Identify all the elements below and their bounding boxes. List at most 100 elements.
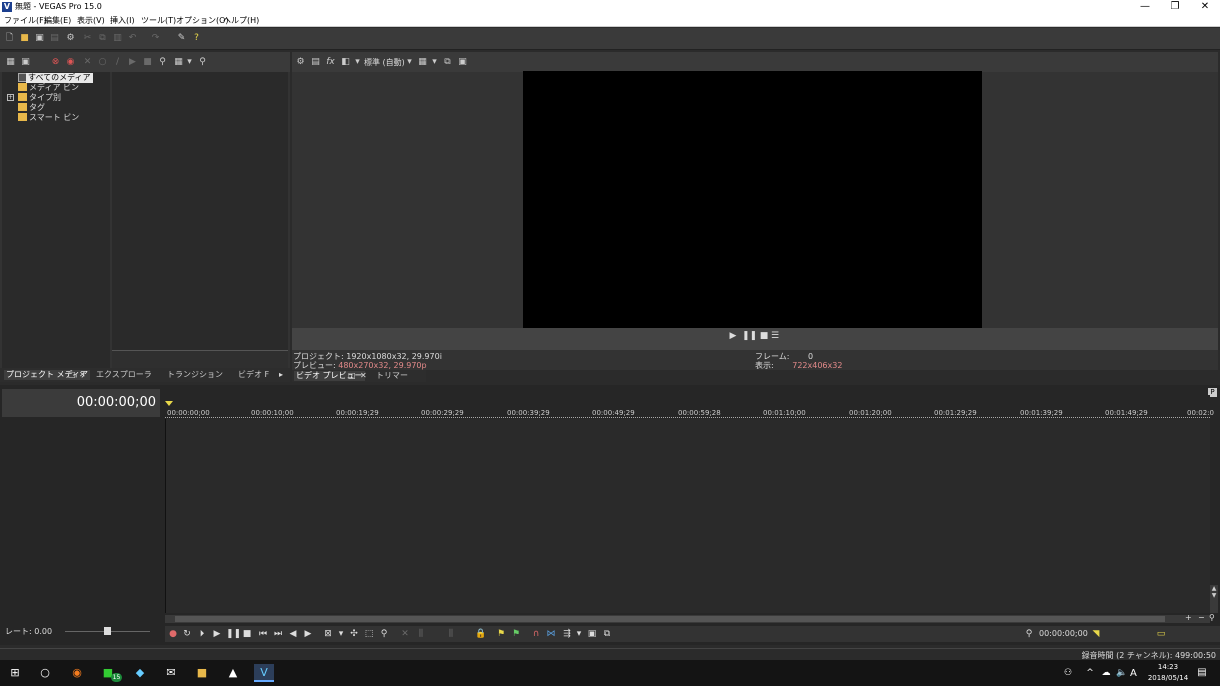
windows-start-icon[interactable]: ⊞	[5, 664, 25, 682]
tab-close-icon[interactable]: ✕	[360, 371, 367, 380]
split-icon[interactable]: ⫼	[445, 628, 457, 640]
new-file-icon[interactable]: 🗋	[4, 33, 15, 44]
expand-icon[interactable]: +	[7, 94, 14, 101]
vegas-taskbar-icon[interactable]: V	[254, 664, 274, 682]
enable-snapping-icon[interactable]: ✎	[176, 33, 187, 44]
save-icon[interactable]: ▣	[34, 33, 45, 44]
loop-playback-icon[interactable]: ↻	[181, 628, 193, 640]
ripple-dropdown-icon[interactable]: ▾	[573, 628, 585, 640]
zoom-tool-icon[interactable]: ⚲	[1209, 613, 1215, 622]
zoom-out-icon[interactable]: −	[1198, 613, 1205, 622]
action-center-icon[interactable]: ▤	[1192, 664, 1212, 682]
menu-file[interactable]: ファイル(F)	[4, 15, 47, 26]
tab-video-fx[interactable]: ビデオ F	[238, 370, 269, 380]
overlays-dropdown-icon[interactable]: ▾	[429, 57, 440, 68]
play-icon[interactable]: ▶	[211, 628, 223, 640]
undo-icon[interactable]: ↶	[127, 33, 138, 44]
ripple-edit-icon[interactable]: ⇶	[561, 628, 573, 640]
previous-frame-icon[interactable]: ◀	[287, 628, 299, 640]
file-explorer-icon[interactable]: ■	[192, 664, 212, 682]
media-view-icon[interactable]: ▦	[5, 57, 16, 68]
auto-preview-icon[interactable]: ⚲	[157, 57, 168, 68]
edit-tool-dropdown-icon[interactable]: ▾	[335, 628, 347, 640]
go-to-start-icon[interactable]: ⏮	[257, 628, 269, 640]
zoom-tool-icon[interactable]: ⚲	[378, 628, 390, 640]
tab-project-media[interactable]: プロジェクト メディア	[4, 370, 90, 380]
import-media-icon[interactable]: ▣	[20, 57, 31, 68]
video-fx-icon[interactable]: fx	[325, 57, 336, 68]
tab-maximize-icon[interactable]: □	[348, 371, 356, 380]
notes-app-icon[interactable]: ◆	[130, 664, 150, 682]
properties-icon[interactable]: ▤	[49, 33, 60, 44]
play-media-icon[interactable]: ▶	[127, 57, 138, 68]
selection-length-icon[interactable]: ▭	[1155, 628, 1167, 640]
go-to-end-icon[interactable]: ⏭	[272, 628, 284, 640]
zoom-in-icon[interactable]: +	[1185, 613, 1192, 622]
tree-item-smart-bins[interactable]: スマート ビン	[18, 113, 79, 123]
tab-scroll-right-icon[interactable]: ▸	[279, 370, 283, 379]
snapping-magnet-icon[interactable]: ∩	[530, 628, 542, 640]
insert-region-icon[interactable]: ⚑	[510, 628, 522, 640]
tab-transitions[interactable]: トランジション	[167, 370, 223, 380]
insert-marker-icon[interactable]: ⚑	[495, 628, 507, 640]
minimize-button[interactable]: —	[1130, 0, 1160, 14]
lock-envelopes-icon[interactable]: ▣	[586, 628, 598, 640]
lock-icon[interactable]: 🔒	[475, 628, 487, 640]
search-icon[interactable]: ⚲	[197, 57, 208, 68]
tree-item-by-type[interactable]: タイプ別	[18, 93, 61, 103]
copy-snapshot-icon[interactable]: ⧉	[442, 57, 453, 68]
edit-tool-icon[interactable]: ⊠	[322, 628, 334, 640]
photos-icon[interactable]: ▲	[223, 664, 243, 682]
loop-region-icon[interactable]: ◥	[1090, 628, 1102, 640]
settings-gear-icon[interactable]: ⚙	[65, 33, 76, 44]
tab-explorer[interactable]: エクスプローラ	[96, 370, 152, 380]
menu-options[interactable]: オプション(O)	[176, 15, 229, 26]
menu-help[interactable]: ヘルプ(H)	[223, 15, 259, 26]
tree-item-media-bins[interactable]: メディア ビン	[18, 83, 79, 93]
vertical-zoom-icon[interactable]: ▲ ▼	[1210, 585, 1218, 613]
view-mode-icon[interactable]: ▦	[173, 57, 184, 68]
selection-tool-icon[interactable]: ⬚	[363, 628, 375, 640]
auto-crossfade-icon[interactable]: ⋈	[545, 628, 557, 640]
scrollbar-thumb[interactable]	[175, 616, 1165, 622]
rate-slider-thumb[interactable]	[104, 627, 111, 635]
stop-media-icon[interactable]: ■	[142, 57, 153, 68]
save-snapshot-icon[interactable]: ▣	[457, 57, 468, 68]
preview-pause-icon[interactable]: ❚❚	[742, 330, 757, 342]
track-header-area[interactable]	[0, 419, 163, 613]
remove-unused-icon[interactable]: ⊗	[50, 57, 61, 68]
overlays-icon[interactable]: ▦	[417, 57, 428, 68]
redo-icon[interactable]: ↷	[150, 33, 161, 44]
preview-menu-icon[interactable]: ☰	[769, 330, 781, 342]
tree-item-all-media[interactable]: すべてのメディア	[26, 73, 93, 83]
tab-close-icon[interactable]: ✕	[79, 370, 86, 379]
horizontal-scrollbar[interactable]	[165, 615, 1210, 623]
play-from-start-icon[interactable]: ⏵	[196, 628, 208, 640]
quality-dropdown-icon[interactable]: ▾	[404, 57, 415, 68]
record-icon[interactable]: ●	[167, 628, 179, 640]
menu-view[interactable]: 表示(V)	[77, 15, 105, 26]
tab-trimmer[interactable]: トリマー	[376, 371, 408, 381]
close-button[interactable]: ✕	[1190, 0, 1220, 14]
cursor-marker-icon[interactable]	[165, 401, 173, 406]
copy-icon[interactable]: ⧉	[97, 33, 108, 44]
menu-tools[interactable]: ツール(T)	[141, 15, 176, 26]
preview-screen[interactable]	[523, 71, 982, 328]
pen-icon[interactable]: /	[112, 57, 123, 68]
split-screen-icon[interactable]: ◧	[340, 57, 351, 68]
split-dropdown-icon[interactable]: ▾	[352, 57, 363, 68]
preview-play-icon[interactable]: ▶	[727, 330, 739, 342]
restore-button[interactable]: ❐	[1160, 0, 1190, 14]
menu-edit[interactable]: 編集(E)	[44, 15, 71, 26]
menu-insert[interactable]: 挿入(I)	[110, 15, 135, 26]
help-icon[interactable]: ?	[191, 33, 202, 44]
trim-icon[interactable]: ⫼	[415, 628, 427, 640]
delete-icon[interactable]: ✕	[399, 628, 411, 640]
time-ruler[interactable]: 00:00:00;00 00:00:10;00 00:00:19;29 00:0…	[165, 395, 1214, 419]
paste-icon[interactable]: ▥	[112, 33, 123, 44]
delete-icon[interactable]: ✕	[82, 57, 93, 68]
media-list-area[interactable]	[112, 72, 288, 350]
firefox-icon[interactable]: ◉	[67, 664, 87, 682]
media-fx-icon[interactable]: ◉	[65, 57, 76, 68]
tree-item-tags[interactable]: タグ	[18, 103, 45, 113]
